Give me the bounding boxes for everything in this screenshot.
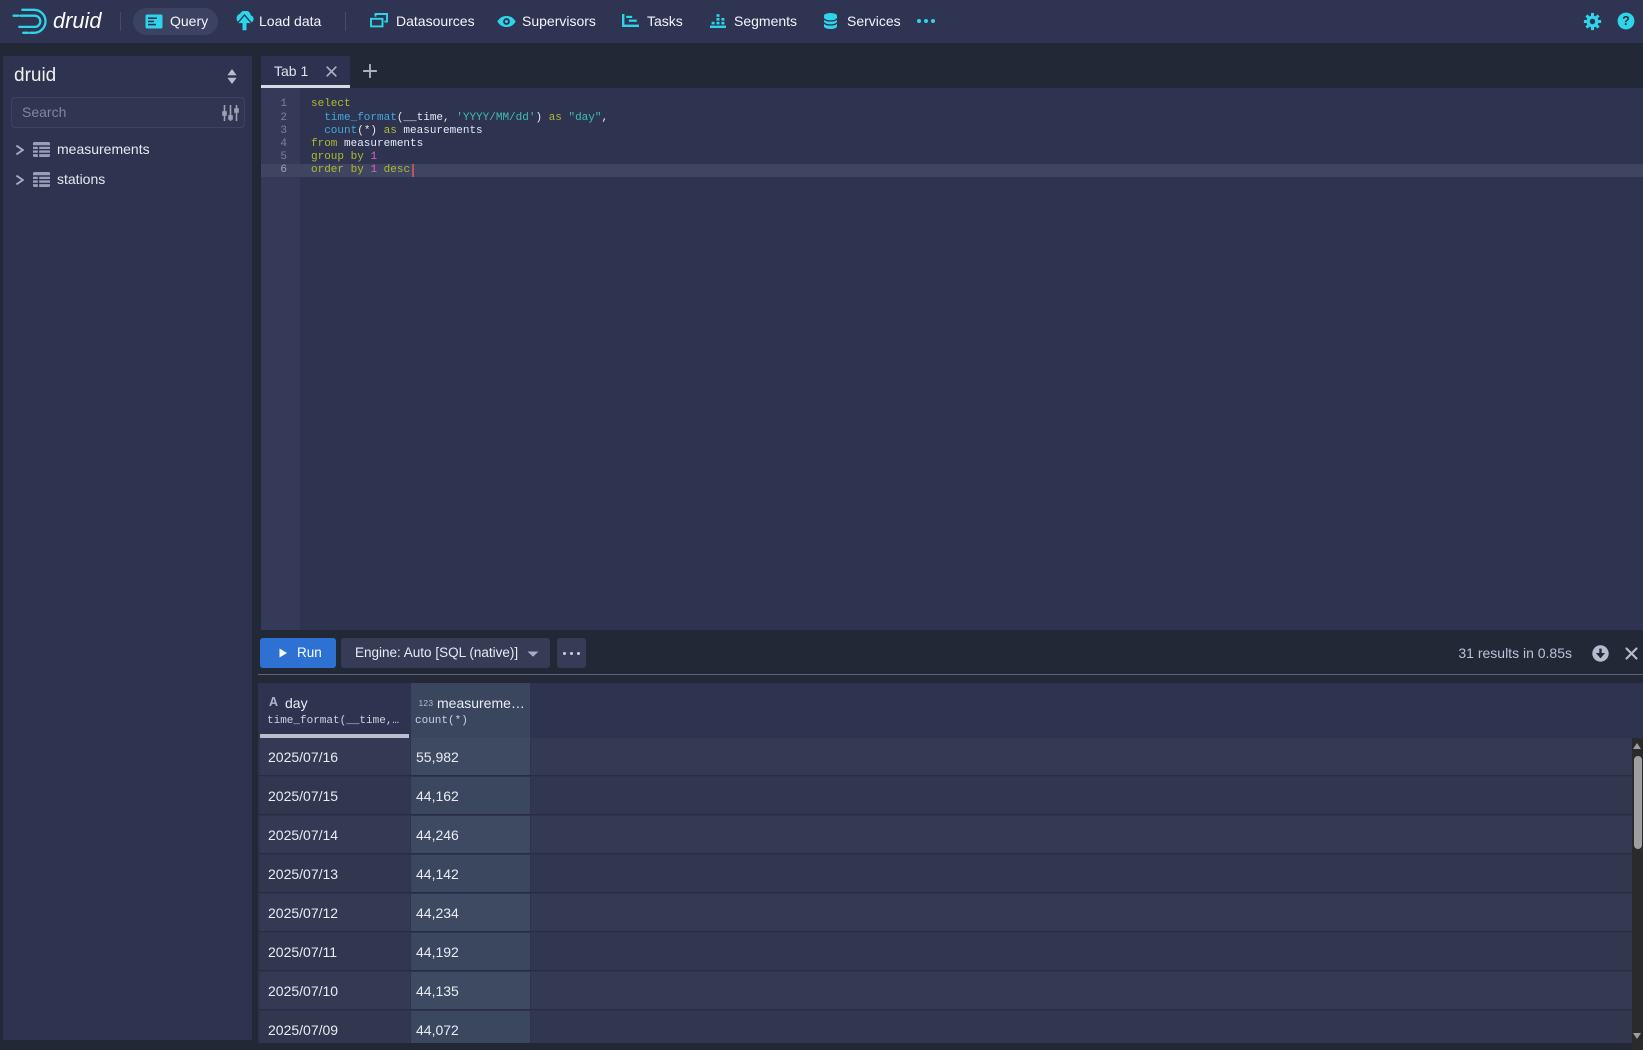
svg-text:?: ?	[1622, 14, 1630, 28]
